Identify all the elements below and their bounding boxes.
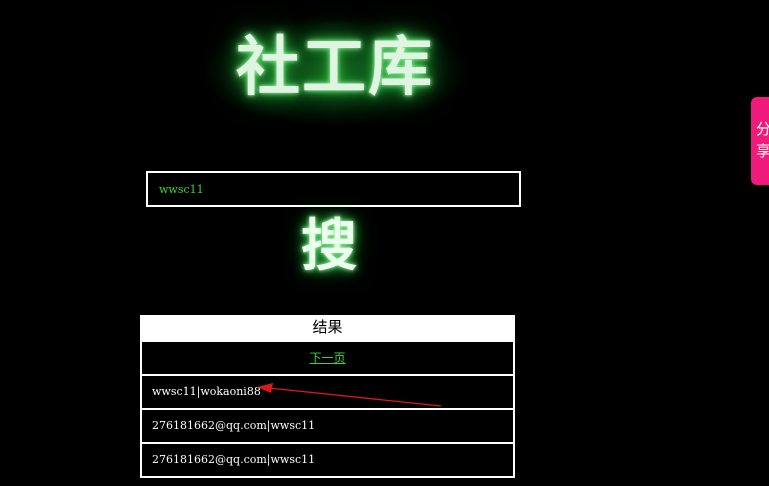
logo-text: 社工库 bbox=[236, 31, 434, 105]
results-table: 结果 下一页 wwsc11|wokaoni88 276181662@qq.com… bbox=[140, 315, 515, 478]
next-page-link[interactable]: 下一页 bbox=[309, 351, 345, 365]
table-row: wwsc11|wokaoni88 bbox=[140, 376, 515, 410]
share-tab-char: 享 bbox=[756, 142, 769, 160]
table-row: 276181662@qq.com|wwsc11 bbox=[140, 410, 515, 444]
search-input[interactable] bbox=[146, 171, 521, 207]
table-row: 276181662@qq.com|wwsc11 bbox=[140, 444, 515, 478]
results-header: 结果 bbox=[140, 315, 515, 340]
page: 社工库 搜 结果 下一页 wwsc11|wokaoni88 276181662@… bbox=[0, 0, 769, 486]
pagination-row: 下一页 bbox=[140, 340, 515, 376]
logo: 社工库 bbox=[190, 8, 480, 128]
share-tab-char: 分 bbox=[756, 120, 769, 138]
search-button[interactable]: 搜 bbox=[288, 210, 370, 284]
share-tab[interactable]: 分 享 bbox=[751, 97, 769, 185]
